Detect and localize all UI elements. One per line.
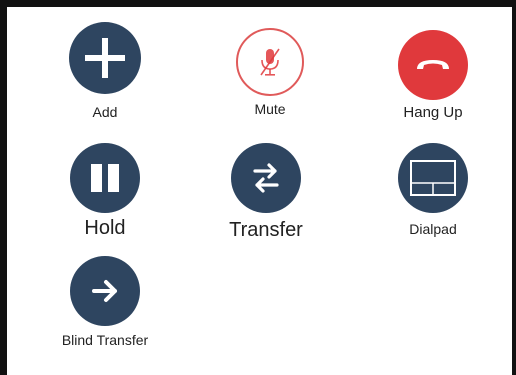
transfer-arrows-icon xyxy=(253,163,279,193)
dialpad-circle[interactable] xyxy=(398,143,468,213)
add-circle[interactable] xyxy=(69,22,141,94)
window-frame-right xyxy=(512,7,516,375)
hold-button[interactable]: Hold xyxy=(65,143,145,240)
add-button[interactable]: Add xyxy=(65,22,145,120)
transfer-circle[interactable] xyxy=(231,143,301,213)
dialpad-icon xyxy=(410,160,456,196)
transfer-button[interactable]: Transfer xyxy=(216,143,316,242)
window-frame-top xyxy=(0,0,516,7)
blind-transfer-label: Blind Transfer xyxy=(61,332,149,348)
blind-transfer-button[interactable]: Blind Transfer xyxy=(50,256,160,348)
mute-button[interactable]: Mute xyxy=(230,28,310,117)
blind-transfer-circle[interactable] xyxy=(70,256,140,326)
hold-label: Hold xyxy=(84,217,126,239)
mute-label: Mute xyxy=(254,101,286,117)
pause-icon xyxy=(91,164,119,192)
add-label: Add xyxy=(92,104,118,120)
arrow-right-icon xyxy=(92,280,117,302)
transfer-label: Transfer xyxy=(229,219,303,241)
hang-up-button[interactable]: Hang Up xyxy=(383,30,483,121)
mute-circle[interactable] xyxy=(236,28,304,96)
dialpad-label: Dialpad xyxy=(409,221,457,237)
dialpad-button[interactable]: Dialpad xyxy=(383,143,483,237)
plus-icon xyxy=(85,38,125,78)
window-frame-left xyxy=(0,7,7,375)
hang-up-label: Hang Up xyxy=(403,104,463,121)
hang-up-circle[interactable] xyxy=(398,30,468,100)
phone-hangup-icon xyxy=(417,60,449,69)
microphone-muted-icon xyxy=(260,48,280,76)
hold-circle[interactable] xyxy=(70,143,140,213)
